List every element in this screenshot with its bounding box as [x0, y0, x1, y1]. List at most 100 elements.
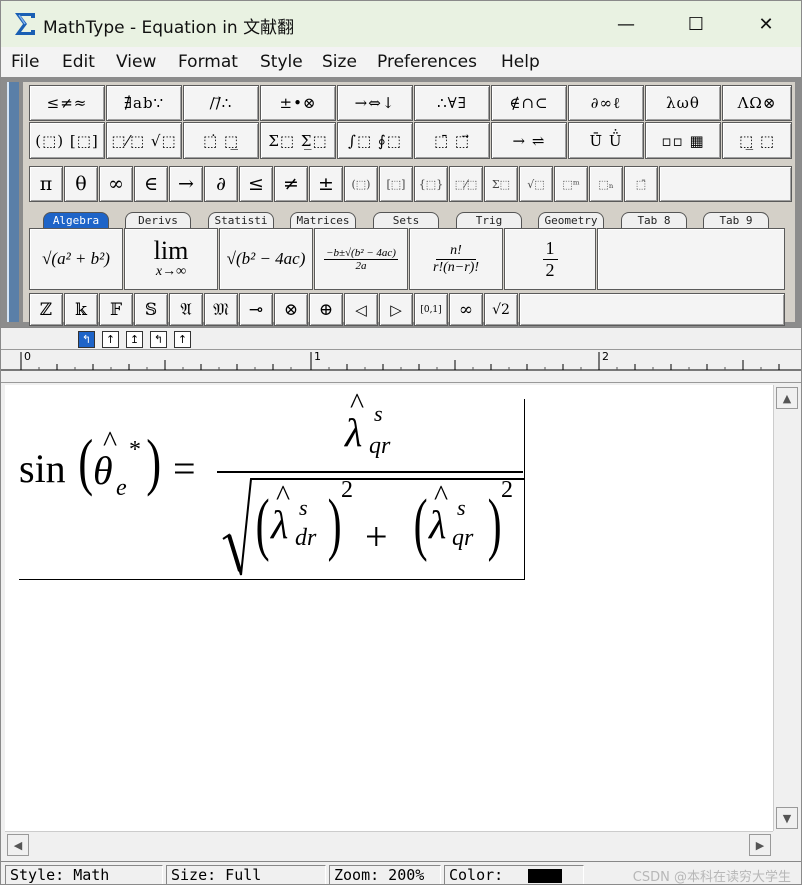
tab-geometry[interactable]: Geometry [538, 212, 604, 228]
minimize-button[interactable]: — [591, 1, 661, 47]
palette-summations[interactable]: Σ⬚ Σ̲⬚ [260, 122, 336, 159]
ruler[interactable]: 0 1 2 [1, 349, 801, 383]
palette-embellishments[interactable]: ∕∕⃗∴ [183, 85, 259, 121]
symbol-partial[interactable]: ∂ [204, 166, 238, 202]
maximize-button[interactable]: ☐ [661, 1, 731, 47]
symbol-plus-minus[interactable]: ± [309, 166, 343, 202]
symbol-f[interactable]: 𝔽 [99, 293, 133, 326]
nudge-button-5[interactable]: ↑ [174, 331, 191, 348]
close-button[interactable]: ✕ [731, 1, 801, 47]
tab-algebra[interactable]: Algebra [43, 212, 109, 228]
palette-relations[interactable]: ≤≠≈ [29, 85, 105, 121]
template-discriminant[interactable]: √(b² − 4ac) [219, 228, 313, 290]
menu-edit[interactable]: Edit [62, 52, 95, 72]
eq-num-sup-s: s [374, 401, 383, 426]
palette-greek-lower[interactable]: λωθ [645, 85, 721, 121]
status-color: Color: [444, 865, 584, 884]
palette-fractions-radicals[interactable]: ⬚⁄⬚ √⬚ [106, 122, 182, 159]
symbol-triangle-left[interactable]: ◁ [344, 293, 378, 326]
horizontal-scrollbar[interactable]: ◀ ▶ [5, 831, 773, 859]
symbol-oplus[interactable]: ⊕ [309, 293, 343, 326]
tab-derivs[interactable]: Derivs [125, 212, 191, 228]
symbol-interval[interactable]: [0,1] [414, 293, 448, 326]
symbol-otimes[interactable]: ⊗ [274, 293, 308, 326]
eq-num-hat: ^ [350, 387, 365, 420]
palette-misc-symbols[interactable]: ∂∞ℓ [568, 85, 644, 121]
symbol-less-equal[interactable]: ≤ [239, 166, 273, 202]
menu-size[interactable]: Size [322, 52, 357, 72]
template-parens[interactable]: (⬚) [344, 166, 378, 202]
menu-help[interactable]: Help [501, 52, 540, 72]
symbol-fraktur-a[interactable]: 𝔄 [169, 293, 203, 326]
symbol-pi[interactable]: π [29, 166, 63, 202]
palette-matrices[interactable]: ▫▫ ▦ [645, 122, 721, 159]
scroll-down-icon[interactable]: ▼ [776, 807, 798, 829]
tab-trig[interactable]: Trig [456, 212, 522, 228]
palette-spaces[interactable]: ∄ab∵ [106, 85, 182, 121]
vertical-scrollbar[interactable]: ▲ ▼ [773, 385, 801, 831]
tab-statistics[interactable]: Statisti [208, 212, 274, 228]
symbol-fraktur-m[interactable]: 𝔐 [204, 293, 238, 326]
palette-products[interactable]: Ū̄ Ü̇ [568, 122, 644, 159]
menu-view[interactable]: View [116, 52, 156, 72]
palette-subscripts[interactable]: ⬚̇ ⬚̲ [183, 122, 259, 159]
tab-matrices[interactable]: Matrices [290, 212, 356, 228]
symbol-right-arrow[interactable]: → [169, 166, 203, 202]
palette-greek-upper[interactable]: ΛΩ⊗ [722, 85, 792, 121]
palette-arrows[interactable]: →⇔↓ [337, 85, 413, 121]
symbol-s[interactable]: 𝕊 [134, 293, 168, 326]
symbol-theta[interactable]: θ [64, 166, 98, 202]
template-one-half[interactable]: 1 2 [504, 228, 596, 290]
palette-integrals[interactable]: ∫⬚ ∮⬚ [337, 122, 413, 159]
template-binomial[interactable]: n! r!(n−r)! [409, 228, 503, 290]
symbol-k[interactable]: 𝕜 [64, 293, 98, 326]
template-brackets[interactable]: [⬚] [379, 166, 413, 202]
symbol-element-of[interactable]: ∈ [134, 166, 168, 202]
nudge-button-2[interactable]: ↑ [102, 331, 119, 348]
template-sqrt[interactable]: √⬚ [519, 166, 553, 202]
color-swatch[interactable] [528, 868, 563, 883]
template-subscript[interactable]: ⬚ₙ [589, 166, 623, 202]
palette-logic[interactable]: ∴∀∃ [414, 85, 490, 121]
scroll-right-icon[interactable]: ▶ [749, 834, 771, 856]
template-superscript[interactable]: ⬚ᵐ [554, 166, 588, 202]
symbol-multimap[interactable]: ⊸ [239, 293, 273, 326]
template-fraction[interactable]: ⬚⁄⬚ [449, 166, 483, 202]
ruler-label-2: 2 [602, 350, 609, 363]
toolbar-grip[interactable] [7, 82, 19, 322]
scroll-up-icon[interactable]: ▲ [776, 387, 798, 409]
symbol-not-equal[interactable]: ≠ [274, 166, 308, 202]
template-hypotenuse[interactable]: √(a² + b²) [29, 228, 123, 290]
menu-preferences[interactable]: Preferences [377, 52, 477, 72]
menu-format[interactable]: Format [178, 52, 238, 72]
palette-boxes[interactable]: ⬚̲ ⬚ [722, 122, 792, 159]
symbol-integers[interactable]: ℤ [29, 293, 63, 326]
template-limit[interactable]: lim x→∞ [124, 228, 218, 290]
tab-sets[interactable]: Sets [373, 212, 439, 228]
nudge-button-3[interactable]: ↥ [126, 331, 143, 348]
equation-edit-area[interactable]: sin ( θ ^ * e ) = λ ^ s qr ( λ ^ s dr ) … [5, 385, 773, 831]
symbol-bar-empty-slot[interactable] [659, 166, 792, 202]
symbol-infinity[interactable]: ∞ [99, 166, 133, 202]
template-braces[interactable]: {⬚} [414, 166, 448, 202]
scroll-left-icon[interactable]: ◀ [7, 834, 29, 856]
menu-style[interactable]: Style [260, 52, 303, 72]
palette-bars[interactable]: ⬚̄ ⬚⃗ [414, 122, 490, 159]
nudge-button-4[interactable]: ↰ [150, 331, 167, 348]
template-empty-slot[interactable] [597, 228, 785, 290]
template-quadratic-formula[interactable]: −b±√(b² − 4ac) 2a [314, 228, 408, 290]
palette-fences[interactable]: (⬚) [⬚] [29, 122, 105, 159]
palette-sets[interactable]: ∉∩⊂ [491, 85, 567, 121]
template-sum[interactable]: Σ⬚ [484, 166, 518, 202]
bottom-bar-empty-slot[interactable] [519, 293, 785, 326]
tab-9[interactable]: Tab 9 [703, 212, 769, 228]
template-overbar[interactable]: ⬚̄ [624, 166, 658, 202]
palette-operators[interactable]: ±•⊗ [260, 85, 336, 121]
nudge-button-1[interactable]: ↰ [78, 331, 95, 348]
symbol-infinity-2[interactable]: ∞ [449, 293, 483, 326]
tab-8[interactable]: Tab 8 [621, 212, 687, 228]
symbol-triangle-right[interactable]: ▷ [379, 293, 413, 326]
symbol-sqrt2[interactable]: √2 [484, 293, 518, 326]
menu-file[interactable]: File [11, 52, 39, 72]
palette-labeled-arrows[interactable]: → ⇌ [491, 122, 567, 159]
